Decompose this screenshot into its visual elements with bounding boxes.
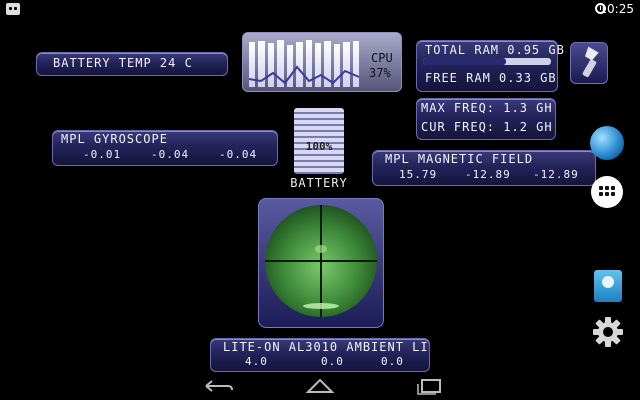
ambient-value-3: 0.0: [381, 355, 404, 368]
ambient-light-widget[interactable]: LITE-ON AL3010 AMBIENT LI 4.0 0.0 0.0: [210, 338, 430, 372]
gyroscope-label: MPL GYROSCOPE: [61, 132, 168, 146]
cur-freq-label: CUR FREQ: 1.2 GH: [421, 120, 553, 134]
settings-gear-icon[interactable]: [592, 316, 624, 348]
battery-percent: 100%: [305, 140, 333, 153]
battery-temp-label: BATTERY TEMP 24 C: [53, 56, 193, 70]
cpu-label: CPU: [371, 51, 393, 65]
app-drawer-icon[interactable]: [591, 176, 623, 208]
magnetic-field-widget[interactable]: MPL MAGNETIC FIELD 15.79 -12.89 -12.89: [372, 150, 596, 186]
home-icon[interactable]: [300, 376, 340, 396]
cpu-load-line: [249, 65, 359, 85]
gyro-x-value: -0.01: [83, 148, 122, 161]
mag-x-value: 15.79: [399, 168, 438, 181]
globe-icon[interactable]: [590, 126, 624, 160]
gyro-y-value: -0.04: [151, 148, 190, 161]
battery-label: BATTERY: [290, 176, 348, 190]
contacts-icon[interactable]: [594, 270, 622, 302]
cpu-widget[interactable]: CPU 37%: [242, 32, 402, 92]
level-radar-widget[interactable]: [258, 198, 384, 328]
free-ram-label: FREE RAM 0.33 GB: [425, 71, 557, 85]
ram-widget[interactable]: TOTAL RAM 0.95 GB FREE RAM 0.33 GB: [416, 40, 564, 92]
gyro-z-value: -0.04: [219, 148, 258, 161]
mag-z-value: -12.89: [533, 168, 579, 181]
ambient-value-1: 4.0: [245, 355, 268, 368]
android-notification-icon: [6, 3, 20, 15]
battery-widget[interactable]: 100% BATTERY: [290, 106, 348, 192]
back-icon[interactable]: [198, 376, 238, 396]
status-bar: 10:25: [0, 0, 640, 18]
flashlight-button[interactable]: [570, 42, 608, 84]
battery-temp-widget[interactable]: BATTERY TEMP 24 C: [36, 52, 228, 76]
flashlight-icon: [582, 46, 599, 78]
recents-icon[interactable]: [410, 376, 450, 396]
gyroscope-widget[interactable]: MPL GYROSCOPE -0.01 -0.04 -0.04: [52, 130, 278, 166]
ambient-value-2: 0.0: [321, 355, 344, 368]
ambient-light-label: LITE-ON AL3010 AMBIENT LI: [223, 340, 429, 354]
magnetic-field-label: MPL MAGNETIC FIELD: [385, 152, 534, 166]
cpu-value: 37%: [369, 66, 391, 80]
max-freq-label: MAX FREQ: 1.3 GH: [421, 101, 553, 115]
cpu-frequency-widget[interactable]: MAX FREQ: 1.3 GH CUR FREQ: 1.2 GH: [416, 98, 556, 140]
ram-usage-bar: [423, 58, 551, 65]
status-time: 10:25: [599, 2, 634, 16]
radar-display: [265, 205, 377, 317]
total-ram-label: TOTAL RAM 0.95 GB: [425, 43, 565, 57]
mag-y-value: -12.89: [465, 168, 511, 181]
